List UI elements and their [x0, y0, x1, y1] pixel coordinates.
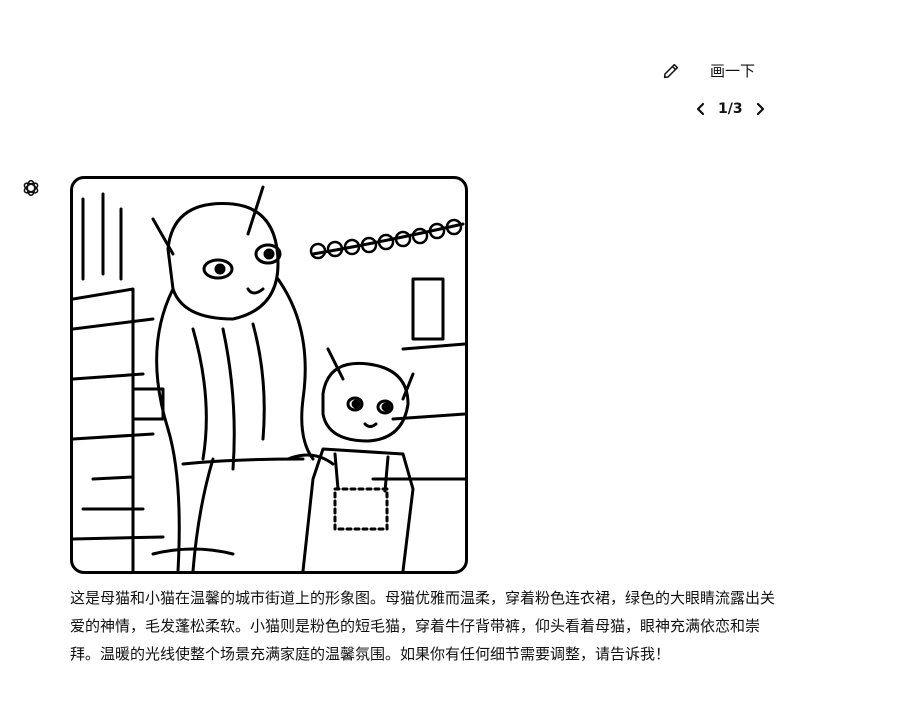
response-pager: 1/3	[692, 98, 769, 120]
chevron-right-icon	[756, 102, 764, 116]
pager-count: 1/3	[718, 101, 743, 117]
user-message-text: 画一下	[710, 62, 756, 80]
generated-image[interactable]	[70, 176, 468, 574]
previous-response-button[interactable]	[692, 98, 710, 120]
next-response-button[interactable]	[751, 98, 769, 120]
assistant-reply-text: 这是母猫和小猫在温馨的城市街道上的形象图。母猫优雅而温柔，穿着粉色连衣裙，绿色的…	[70, 589, 776, 663]
edit-message-button[interactable]	[660, 60, 682, 82]
pencil-icon	[663, 63, 679, 78]
user-message-row: 画一下	[660, 58, 755, 83]
cat-illustration	[73, 185, 465, 571]
chevron-left-icon	[696, 102, 705, 116]
assistant-avatar	[20, 177, 42, 199]
openai-logo-icon	[23, 179, 39, 197]
